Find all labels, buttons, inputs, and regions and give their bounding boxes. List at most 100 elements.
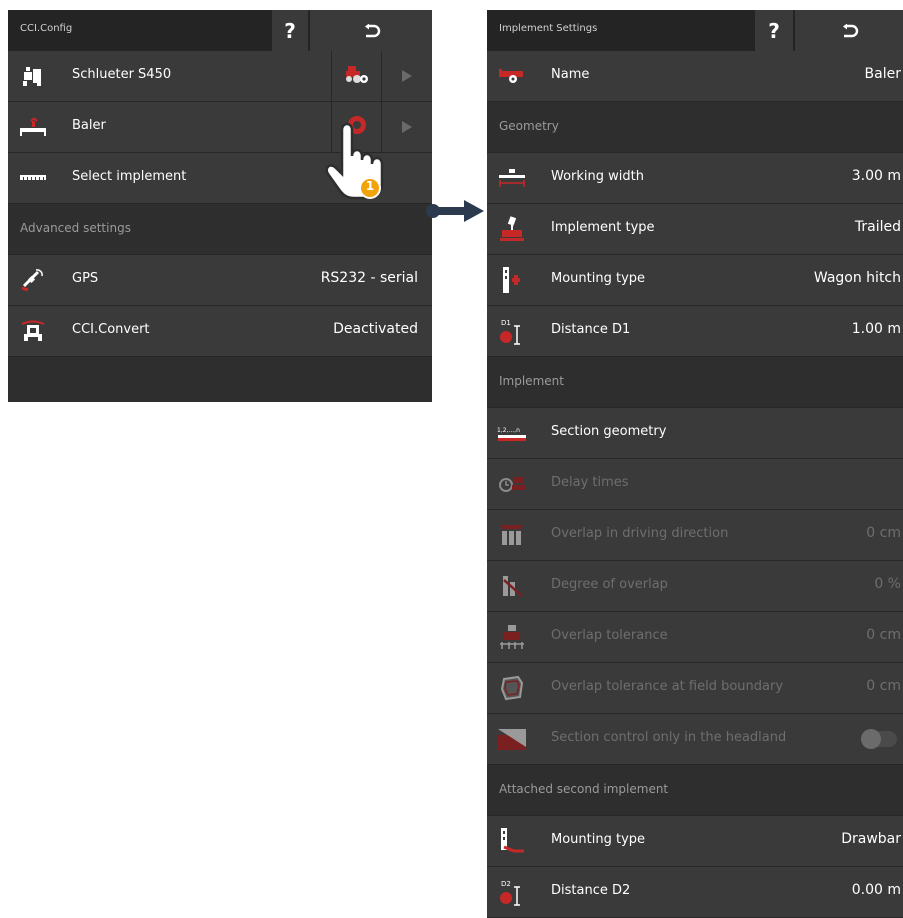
play-arrow-icon <box>402 67 412 86</box>
help-label: ? <box>284 18 296 43</box>
distance-d2-icon: D2 <box>497 879 527 906</box>
degree-overlap-value: 0 % <box>874 576 901 592</box>
headland-label: Section control only in the headland <box>551 730 787 745</box>
distance-d2-row[interactable]: D2 Distance D2 0.00 m <box>487 867 903 918</box>
mounting-type-2-value: Drawbar <box>841 831 901 847</box>
help-label: ? <box>768 18 780 43</box>
geometry-title: Geometry <box>499 119 559 133</box>
overlap-tolerance-row: Overlap tolerance 0 cm <box>487 612 903 663</box>
back-icon <box>841 23 859 38</box>
name-row[interactable]: Name Baler <box>487 51 903 102</box>
second-implement-title: Attached second implement <box>499 782 669 796</box>
gps-label: GPS <box>72 271 99 286</box>
tractor-settings-button[interactable] <box>331 51 382 101</box>
back-icon <box>363 23 381 38</box>
gps-row[interactable]: GPS RS232 - serial <box>8 255 432 306</box>
implement-title: Implement <box>499 374 564 388</box>
wagon-hitch-icon <box>497 267 527 293</box>
section-geometry-label: Section geometry <box>551 424 667 439</box>
tap-hand-pointer: 1 <box>318 108 408 207</box>
working-width-value: 3.00 m <box>851 168 901 184</box>
implement-header: Implement <box>487 357 903 408</box>
toggle-knob <box>861 729 881 749</box>
working-width-label: Working width <box>551 169 644 184</box>
mounting-type-value: Wagon hitch <box>813 270 901 286</box>
title-bar: Implement Settings ? <box>487 10 903 52</box>
baler-side-icon <box>497 63 527 89</box>
tractor-open-button[interactable] <box>381 51 432 101</box>
select-implement-label: Select implement <box>72 169 187 184</box>
drawbar-icon <box>497 828 527 854</box>
section-geometry-icon: 1,2,...,n <box>497 420 527 446</box>
convert-tractor-icon <box>18 318 48 344</box>
delay-times-row: Delay times <box>487 459 903 510</box>
implement-type-label: Implement type <box>551 220 655 235</box>
working-width-row[interactable]: Working width 3.00 m <box>487 153 903 204</box>
name-value: Baler <box>864 66 901 82</box>
working-width-icon <box>497 165 527 191</box>
tractor-gear-icon <box>344 63 370 89</box>
mounting-type-label: Mounting type <box>551 271 646 286</box>
overlap-driving-row: Overlap in driving direction 0 cm <box>487 510 903 561</box>
degree-overlap-label: Degree of overlap <box>551 577 668 592</box>
overlap-tolerance-icon <box>497 624 527 650</box>
section-geometry-row[interactable]: 1,2,...,n Section geometry <box>487 408 903 459</box>
headland-icon <box>497 726 527 752</box>
overlap-driving-label: Overlap in driving direction <box>551 526 729 541</box>
satellite-icon <box>18 267 48 293</box>
distance-d1-label: Distance D1 <box>551 322 631 337</box>
degree-overlap-icon <box>497 573 527 599</box>
headland-row: Section control only in the headland <box>487 714 903 765</box>
implement-type-value: Trailed <box>854 219 901 235</box>
overlap-boundary-label: Overlap tolerance at field boundary <box>551 679 784 694</box>
flow-arrow-icon <box>424 196 486 230</box>
cci-convert-row[interactable]: CCI.Convert Deactivated <box>8 306 432 357</box>
field-boundary-icon <box>497 675 527 701</box>
app-title: CCI.Config <box>20 23 73 34</box>
overlap-boundary-value: 0 cm <box>866 678 901 694</box>
help-button[interactable]: ? <box>753 10 793 51</box>
callout-badge-number: 1 <box>365 179 375 193</box>
trailed-implement-icon <box>497 216 527 242</box>
advanced-settings-header: Advanced settings <box>8 204 432 255</box>
left-panel-footer <box>8 357 432 402</box>
second-implement-header: Attached second implement <box>487 765 903 816</box>
implement-bar-icon <box>18 165 48 191</box>
implement-type-row[interactable]: Implement type Trailed <box>487 204 903 255</box>
delay-times-label: Delay times <box>551 475 629 490</box>
back-button[interactable] <box>308 10 432 51</box>
overlap-driving-icon <box>497 522 527 548</box>
mounting-type-row[interactable]: Mounting type Wagon hitch <box>487 255 903 306</box>
name-label: Name <box>551 67 590 82</box>
d1-icon-text: D1 <box>501 319 511 327</box>
overlap-tolerance-label: Overlap tolerance <box>551 628 668 643</box>
distance-d1-value: 1.00 m <box>851 321 901 337</box>
title-bar: CCI.Config ? <box>8 10 432 52</box>
tractor-icon <box>18 63 48 89</box>
delay-times-icon <box>497 471 527 497</box>
overlap-driving-value: 0 cm <box>866 525 901 541</box>
page-title: Implement Settings <box>499 23 598 34</box>
distance-d2-label: Distance D2 <box>551 883 631 898</box>
overlap-boundary-row: Overlap tolerance at field boundary 0 cm <box>487 663 903 714</box>
gps-value: RS232 - serial <box>320 270 418 286</box>
tractor-row[interactable]: Schlueter S450 <box>8 51 432 102</box>
cci-convert-value: Deactivated <box>333 321 418 337</box>
back-button[interactable] <box>793 10 903 51</box>
geometry-header: Geometry <box>487 102 903 153</box>
distance-d2-value: 0.00 m <box>851 882 901 898</box>
mounting-type-2-row[interactable]: Mounting type Drawbar <box>487 816 903 867</box>
baler-icon <box>18 114 48 140</box>
d2-icon-text: D2 <box>501 880 511 888</box>
tractor-label: Schlueter S450 <box>72 67 172 82</box>
help-button[interactable]: ? <box>270 10 308 51</box>
section-icon-text: 1,2,...,n <box>497 427 520 434</box>
degree-of-overlap-row: Degree of overlap 0 % <box>487 561 903 612</box>
overlap-tolerance-value: 0 cm <box>866 627 901 643</box>
advanced-settings-title: Advanced settings <box>20 221 131 235</box>
cci-convert-label: CCI.Convert <box>72 322 150 337</box>
distance-d1-row[interactable]: D1 Distance D1 1.00 m <box>487 306 903 357</box>
mounting-type-2-label: Mounting type <box>551 832 646 847</box>
baler-label: Baler <box>72 118 106 133</box>
distance-d1-icon: D1 <box>497 318 527 345</box>
